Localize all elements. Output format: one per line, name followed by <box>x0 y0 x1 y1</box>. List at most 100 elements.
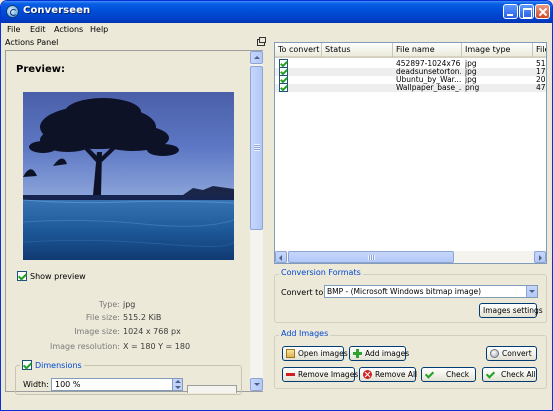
convert-to-label: Convert to: <box>281 288 326 297</box>
add-images-label: Add images <box>365 349 410 358</box>
row-status <box>324 60 392 68</box>
check-all-label: Check All <box>501 370 536 379</box>
minimize-button[interactable] <box>503 4 518 19</box>
convert-to-value: BMP - (Microsoft Windows bitmap image) <box>327 287 482 296</box>
preview-picture <box>23 92 234 260</box>
column-status[interactable]: Status <box>322 43 393 58</box>
dimensions-check-icon[interactable] <box>22 360 32 370</box>
dimension-unit-combo[interactable] <box>187 385 237 393</box>
table-row[interactable]: Wallpaper_base_... png 47 <box>275 83 546 92</box>
row-status <box>324 68 392 76</box>
close-button[interactable] <box>535 4 550 19</box>
info-image-size-label: Image size: <box>74 327 120 336</box>
info-type-value: jpg <box>123 300 136 309</box>
undock-panel-icon[interactable] <box>257 37 266 46</box>
info-file-size-value: 515.2 KiB <box>123 313 162 322</box>
add-images-title: Add Images <box>279 329 331 338</box>
column-image-type[interactable]: Image type <box>462 43 533 58</box>
panel-splitter[interactable] <box>267 38 271 398</box>
row-file-size: 51 <box>536 60 546 68</box>
check-icon <box>425 370 434 379</box>
show-preview-check-icon[interactable] <box>17 271 27 281</box>
row-file-name: Ubuntu_by_War... <box>396 76 461 84</box>
width-stepper-icon[interactable] <box>172 379 182 390</box>
check-all-button[interactable]: Check All <box>482 367 537 382</box>
row-image-type: jpg <box>465 76 477 84</box>
column-file-size[interactable]: File <box>533 43 546 58</box>
minus-icon <box>286 370 295 379</box>
row-image-type: png <box>465 84 480 92</box>
open-folder-icon <box>286 349 295 358</box>
column-to-convert[interactable]: To convert <box>275 43 322 58</box>
row-file-size: 17 <box>536 68 546 76</box>
preview-image <box>23 92 234 260</box>
menu-bar: File Edit Actions Help <box>1 23 552 37</box>
convert-to-select[interactable]: BMP - (Microsoft Windows bitmap image) <box>324 285 538 298</box>
table-horizontal-scrollbar[interactable] <box>275 251 546 263</box>
info-resolution-value: X = 180 Y = 180 <box>123 342 191 351</box>
convert-icon <box>490 349 499 358</box>
actions-panel-title: Actions Panel <box>5 38 59 47</box>
menu-actions[interactable]: Actions <box>54 25 83 34</box>
dimensions-checkbox[interactable]: Dimensions <box>20 360 84 370</box>
maximize-button[interactable] <box>519 4 534 19</box>
table-scroll-thumb[interactable] <box>288 251 454 263</box>
dimensions-label: Dimensions <box>35 360 82 370</box>
table-row[interactable]: Ubuntu_by_War... jpg 20 <box>275 75 546 84</box>
scroll-down-icon[interactable] <box>250 378 263 391</box>
row-image-type: jpg <box>465 60 477 68</box>
row-file-name: 452897-1024x76... <box>396 60 461 68</box>
image-file-table[interactable]: To convert Status File name Image type F… <box>274 42 547 264</box>
scroll-thumb[interactable] <box>250 66 263 230</box>
table-row[interactable]: deadsunsetorton... jpg 17 <box>275 67 546 76</box>
check-button[interactable]: Check <box>421 367 476 382</box>
open-images-button[interactable]: Open images <box>282 346 348 361</box>
title-bar[interactable]: Converseen <box>1 1 552 23</box>
column-file-name[interactable]: File name <box>393 43 462 58</box>
window-title: Converseen <box>23 5 91 16</box>
remove-images-button[interactable]: Remove Images <box>282 367 359 382</box>
scroll-right-icon[interactable] <box>534 251 546 263</box>
convert-label: Convert <box>502 349 532 358</box>
row-status <box>324 84 392 92</box>
images-settings-button[interactable]: Images settings <box>479 303 543 318</box>
row-checkbox[interactable] <box>279 83 288 92</box>
menu-edit[interactable]: Edit <box>30 25 46 34</box>
scroll-up-icon[interactable] <box>250 51 263 64</box>
info-image-size-row: Image size: 1024 x 768 px <box>6 327 206 338</box>
menu-help[interactable]: Help <box>90 25 108 34</box>
chevron-down-icon[interactable] <box>526 286 537 297</box>
menu-file[interactable]: File <box>7 25 20 34</box>
images-settings-label: Images settings <box>483 306 543 315</box>
width-label: Width: <box>23 380 49 389</box>
width-spinbox[interactable]: 100 % <box>51 378 183 391</box>
row-file-name: Wallpaper_base_... <box>396 84 461 92</box>
info-resolution-label: Image resolution: <box>49 342 120 351</box>
row-file-name: deadsunsetorton... <box>396 68 461 76</box>
remove-all-icon <box>363 370 372 379</box>
check-label: Check <box>446 370 470 379</box>
actions-panel: Preview: Show preview Type: jpg File siz… <box>5 50 263 395</box>
row-file-size: 47 <box>536 84 546 92</box>
show-preview-label: Show preview <box>30 271 86 281</box>
convert-button[interactable]: Convert <box>486 346 537 361</box>
plus-icon <box>353 349 362 358</box>
info-type-row: Type: jpg <box>6 300 206 311</box>
show-preview-checkbox[interactable]: Show preview <box>17 271 86 283</box>
add-images-button[interactable]: Add images <box>349 346 410 361</box>
actions-panel-scrollbar[interactable] <box>250 51 263 391</box>
width-value: 100 % <box>55 380 81 389</box>
preview-heading: Preview: <box>16 64 66 75</box>
table-header: To convert Status File name Image type F… <box>275 43 546 58</box>
remove-images-label: Remove Images <box>298 370 359 379</box>
remove-all-button[interactable]: Remove All <box>359 367 418 382</box>
open-images-label: Open images <box>298 349 348 358</box>
scroll-left-icon[interactable] <box>275 251 287 263</box>
row-status <box>324 76 392 84</box>
table-row[interactable]: 452897-1024x76... jpg 51 <box>275 59 546 68</box>
info-image-size-value: 1024 x 768 px <box>123 327 181 336</box>
app-window: Converseen File Edit Actions Help Action… <box>0 0 553 411</box>
remove-all-label: Remove All <box>375 370 418 379</box>
app-logo-icon <box>6 5 19 18</box>
info-type-label: Type: <box>98 300 120 309</box>
